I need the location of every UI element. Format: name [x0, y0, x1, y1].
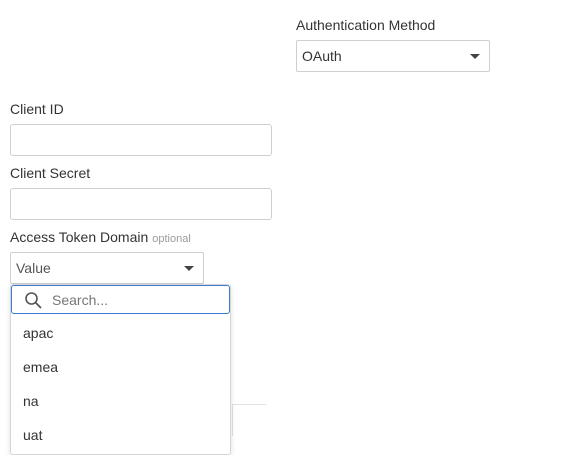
dropdown-option-emea[interactable]: emea: [11, 350, 230, 384]
dropdown-option-apac[interactable]: apac: [11, 316, 230, 350]
chevron-down-icon: [470, 54, 480, 59]
chevron-down-icon: [184, 266, 194, 271]
client-id-label: Client ID: [10, 101, 64, 117]
access-token-domain-value: Value: [16, 260, 51, 276]
auth-method-select[interactable]: OAuth: [296, 40, 490, 72]
obscured-field: [232, 404, 266, 436]
dropdown-search-input[interactable]: [52, 286, 222, 313]
search-icon: [25, 292, 42, 309]
client-secret-label: Client Secret: [10, 165, 91, 181]
client-secret-input[interactable]: [10, 188, 272, 220]
optional-hint: optional: [152, 233, 191, 245]
dropdown-search-box[interactable]: [11, 285, 230, 314]
domain-dropdown-menu: apac emea na uat: [10, 284, 231, 455]
auth-method-value: OAuth: [302, 48, 342, 64]
access-token-domain-select[interactable]: Value: [10, 252, 204, 284]
access-token-domain-label: Access Token Domain optional: [10, 229, 191, 245]
dropdown-option-na[interactable]: na: [11, 384, 230, 418]
auth-method-label: Authentication Method: [296, 17, 436, 33]
dropdown-option-uat[interactable]: uat: [11, 418, 230, 452]
client-id-input[interactable]: [10, 124, 272, 156]
access-token-domain-label-text: Access Token Domain: [10, 229, 149, 245]
